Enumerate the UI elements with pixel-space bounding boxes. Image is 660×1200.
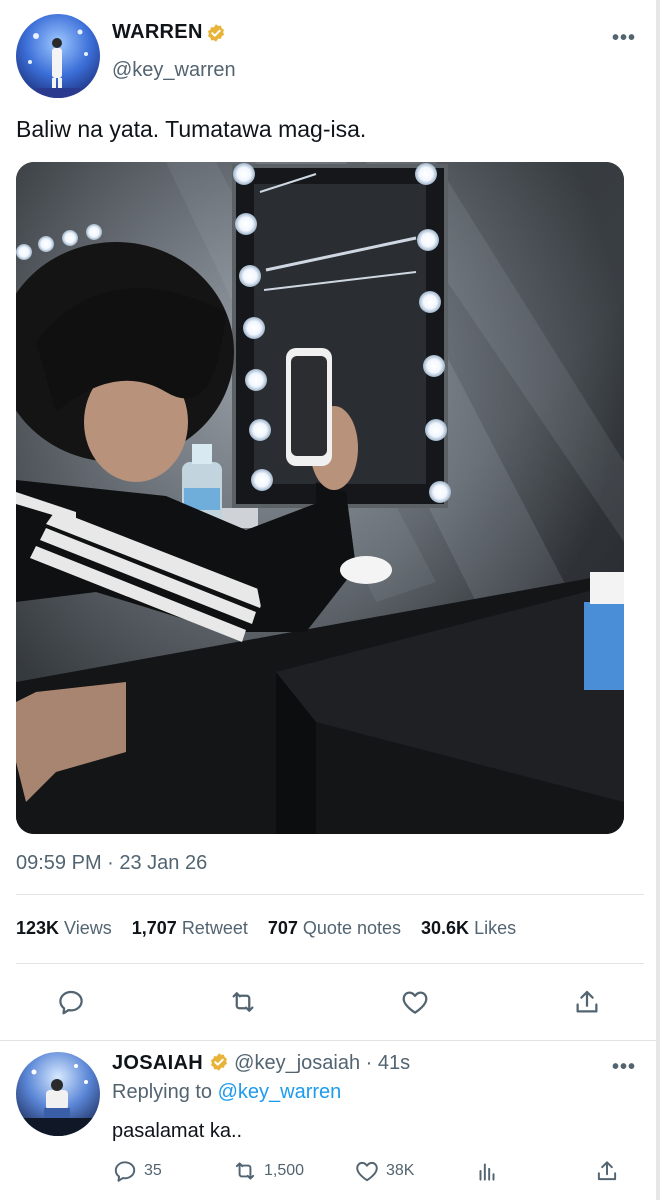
reply-author-handle[interactable]: @key_josaiah: [234, 1052, 360, 1074]
retweets-count: 1,707: [131, 918, 177, 938]
analytics-icon: [479, 1163, 495, 1181]
reply-separator-dot: ·: [365, 1052, 373, 1074]
retweets-stat[interactable]: 1,707 Retweet: [132, 918, 248, 939]
reply-analytics-button[interactable]: [474, 1158, 500, 1184]
reply-like-button[interactable]: 38K: [354, 1158, 414, 1184]
likes-label: Likes: [474, 918, 517, 938]
verified-badge-icon: [208, 24, 224, 42]
author-avatar[interactable]: [16, 14, 100, 98]
reply-share-button[interactable]: [594, 1158, 620, 1184]
share-icon: [576, 990, 598, 1013]
reply-icon: [114, 1161, 136, 1182]
reply-separator: [0, 1040, 656, 1041]
divider-top: [16, 894, 644, 895]
reply-time[interactable]: 41s: [378, 1052, 410, 1074]
author-handle[interactable]: @key_warren: [112, 59, 236, 82]
share-icon: [597, 1161, 617, 1181]
reply-button[interactable]: [54, 985, 88, 1019]
likes-count: 30.6K: [421, 918, 470, 938]
reply-reply-button[interactable]: 35: [112, 1158, 162, 1184]
quotes-label: Quote notes: [302, 918, 401, 938]
retweets-label: Retweet: [181, 918, 248, 938]
tweet-actions: [0, 985, 660, 1019]
reply-like-count: 38K: [386, 1162, 415, 1179]
reply-retweet-count: 1,500: [264, 1162, 305, 1179]
like-icon: [356, 1161, 378, 1182]
views-label: Views: [64, 918, 112, 938]
reply-author-name[interactable]: JOSAIAH: [112, 1052, 203, 1074]
retweet-icon: [235, 1162, 255, 1180]
tweet-text: Baliw na yata. Tumatawa mag-isa.: [16, 116, 367, 142]
share-button[interactable]: [570, 985, 604, 1019]
reply-retweet-button[interactable]: 1,500: [232, 1158, 304, 1184]
quotes-count: 707: [267, 918, 298, 938]
reply-reply-count: 35: [144, 1162, 162, 1179]
tweet-timestamp[interactable]: 09:59 PM · 23 Jan 26: [16, 852, 207, 875]
author-name[interactable]: WARREN: [112, 21, 203, 44]
verified-badge-icon: [210, 1053, 227, 1071]
views-stat[interactable]: 123K Views: [16, 918, 112, 939]
reply-icon: [59, 990, 83, 1015]
reply-actions: 35 1,500 38K: [0, 1158, 660, 1186]
tweet-stats: 123K Views 1,707 Retweet 707 Quote notes…: [16, 918, 516, 939]
reply-text: pasalamat ka..: [112, 1120, 243, 1142]
reply-more-options-icon[interactable]: •••: [612, 1056, 636, 1079]
reply-header: JOSAIAH @key_josaiah · 41s: [112, 1052, 410, 1075]
views-count: 123K: [16, 918, 60, 938]
likes-stat[interactable]: 30.6K Likes: [421, 918, 516, 939]
right-border: [656, 0, 660, 1200]
retweet-icon: [232, 992, 254, 1012]
quotes-stat[interactable]: 707 Quote notes: [268, 918, 401, 939]
like-button[interactable]: [398, 985, 432, 1019]
tweet-detail-page: WARREN @key_warren ••• Baliw na yata. Tu…: [0, 0, 660, 1200]
replying-to-handle-link[interactable]: @key_warren: [218, 1081, 342, 1103]
reply-author-avatar[interactable]: [16, 1052, 100, 1136]
more-options-icon[interactable]: •••: [612, 27, 636, 50]
divider-bottom: [16, 963, 644, 964]
tweet-media-photo[interactable]: [16, 162, 624, 834]
replying-to: Replying to @key_warren: [112, 1081, 341, 1104]
replying-prefix: Replying to: [112, 1081, 213, 1103]
like-icon: [402, 991, 428, 1014]
retweet-button[interactable]: [226, 985, 260, 1019]
